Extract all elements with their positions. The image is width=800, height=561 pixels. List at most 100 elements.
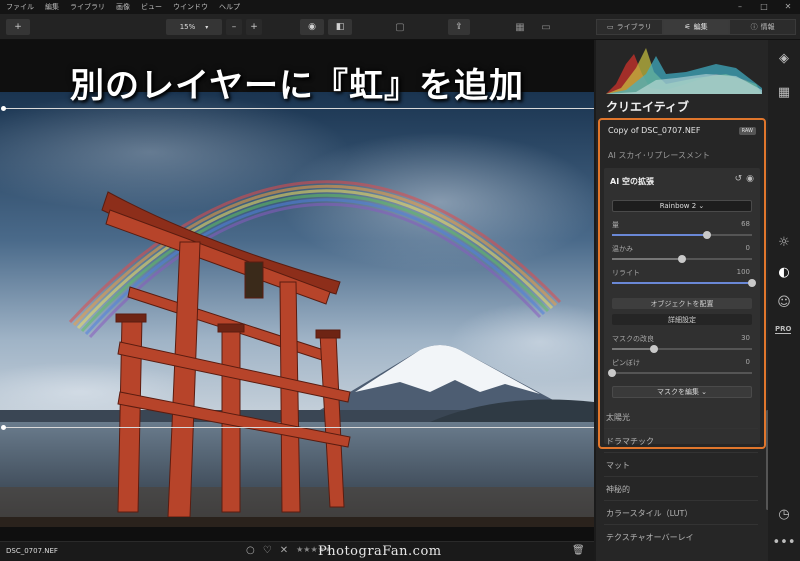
slider-relight[interactable] <box>612 279 756 287</box>
tab-library-label: ライブラリ <box>616 23 652 31</box>
crop-icon[interactable]: ▢ <box>392 19 408 35</box>
slider-amount[interactable] <box>612 231 752 239</box>
slider-knob[interactable] <box>608 369 616 377</box>
tab-info[interactable]: ⓘ 情報 <box>729 19 797 35</box>
sun-essentials-icon[interactable]: ☼ <box>776 234 792 250</box>
menu-file[interactable]: ファイル <box>6 2 34 12</box>
trash-icon[interactable]: 🗑 <box>572 545 585 556</box>
slider-fill <box>612 282 752 284</box>
slider-relight-value[interactable]: 100 <box>737 268 750 276</box>
slider-fill <box>612 234 708 236</box>
slider-warmth-label: 温かみ <box>612 245 633 253</box>
tool-matte[interactable]: マット <box>606 460 756 471</box>
selection-top-edge[interactable] <box>3 108 594 109</box>
slider-fill <box>612 258 682 260</box>
window-controls: – □ ✕ <box>728 0 800 14</box>
tab-edit[interactable]: ⚟ 編集 <box>662 19 730 35</box>
menu-edit[interactable]: 編集 <box>45 2 59 12</box>
slider-fill <box>612 348 654 350</box>
tool-mystical[interactable]: 神秘的 <box>606 484 756 495</box>
slider-relight-label: リライト <box>612 269 640 277</box>
divider <box>604 500 758 501</box>
menu-window[interactable]: ウインドウ <box>173 2 208 12</box>
slider-knob[interactable] <box>703 231 712 239</box>
slider-defocus-value[interactable]: 0 <box>746 358 750 366</box>
place-objects-button[interactable]: オブジェクトを配置 <box>612 298 752 309</box>
preview-eye-button[interactable]: ◉ <box>300 19 324 35</box>
preset-dropdown[interactable]: Rainbow 2 ⌄ <box>612 200 752 212</box>
tool-ai-sky-replacement[interactable]: AI スカイ･リプレースメント <box>608 150 710 161</box>
selection-handle-bottom[interactable] <box>1 425 6 430</box>
zoom-in-button[interactable]: + <box>246 19 262 35</box>
layer-highlight-box: Copy of DSC_0707.NEF RAW AI スカイ･リプレースメント… <box>598 118 766 449</box>
zoom-dropdown[interactable]: 15% ▾ <box>166 19 222 35</box>
image-canvas[interactable]: 別のレイヤーに『虹』を追加 <box>0 40 594 541</box>
tool-card-ai-sky-enhancer: AI 空の拡張 ↺ ◉ Rainbow 2 ⌄ 量 68 温かみ 0 リライト … <box>604 168 760 444</box>
minimize-button[interactable]: – <box>728 0 752 14</box>
divider <box>604 524 758 525</box>
library-icon: ▭ <box>607 23 614 31</box>
maximize-button[interactable]: □ <box>752 0 776 14</box>
presets-icon[interactable]: ▦ <box>776 84 792 100</box>
watermark: PhotograFan.com <box>318 544 442 559</box>
tab-library[interactable]: ▭ ライブラリ <box>596 19 663 35</box>
slider-mask-refine[interactable] <box>612 345 752 353</box>
overlay-title: 別のレイヤーに『虹』を追加 <box>70 66 524 106</box>
divider <box>604 428 758 429</box>
menu-help[interactable]: ヘルプ <box>219 2 240 12</box>
compare-icon: ◧ <box>335 22 345 32</box>
layer-name[interactable]: Copy of DSC_0707.NEF <box>608 126 700 135</box>
reset-icon[interactable]: ↺ <box>735 174 743 184</box>
portrait-face-icon[interactable]: ☺ <box>776 294 792 310</box>
slider-amount-label: 量 <box>612 221 619 229</box>
selection-handle-top[interactable] <box>1 106 6 111</box>
advanced-settings-button[interactable]: 詳細設定 <box>612 314 752 325</box>
tool-dramatic[interactable]: ドラマチック <box>606 436 756 447</box>
add-button[interactable]: + <box>6 19 30 35</box>
tool-title[interactable]: AI 空の拡張 <box>610 176 654 187</box>
histogram <box>606 48 762 94</box>
share-icon: ⇪ <box>455 22 463 32</box>
eye-icon: ◉ <box>308 22 316 32</box>
tool-color-styles-lut[interactable]: カラースタイル（LUT） <box>606 508 756 519</box>
heart-icon[interactable]: ♡ <box>263 545 272 556</box>
menu-image[interactable]: 画像 <box>116 2 130 12</box>
slider-warmth-value[interactable]: 0 <box>746 244 750 252</box>
section-title: クリエイティブ <box>606 100 690 114</box>
slider-amount-value[interactable]: 68 <box>741 220 750 228</box>
tool-sunlight[interactable]: 太陽光 <box>606 412 756 423</box>
layers-icon[interactable]: ◈ <box>776 50 792 66</box>
pro-icon[interactable]: PRO <box>775 325 792 334</box>
photo-torii-fuji-rainbow <box>0 92 594 527</box>
zoom-out-button[interactable]: – <box>226 19 242 35</box>
divider <box>604 476 758 477</box>
chevron-down-icon: ▾ <box>205 23 209 31</box>
slider-defocus[interactable] <box>608 369 752 377</box>
menu-view[interactable]: ビュー <box>141 2 162 12</box>
sliders-icon: ⚟ <box>684 23 691 31</box>
close-button[interactable]: ✕ <box>776 0 800 14</box>
edit-mask-dropdown[interactable]: マスクを編集 ⌄ <box>612 386 752 398</box>
tool-category-strip: ◈ ▦ ☼ ◐ ☺ PRO ◷ ••• <box>768 40 800 561</box>
selection-bottom-edge[interactable] <box>3 427 594 428</box>
slider-knob[interactable] <box>748 279 756 287</box>
history-clock-icon[interactable]: ◷ <box>776 506 792 522</box>
label-circle-icon[interactable]: ○ <box>246 545 255 556</box>
reject-icon[interactable]: ✕ <box>280 545 288 556</box>
slider-mask-refine-value[interactable]: 30 <box>741 334 750 342</box>
palette-creative-icon[interactable]: ◐ <box>776 264 792 280</box>
single-view-icon[interactable]: ▭ <box>538 19 554 35</box>
divider <box>604 452 758 453</box>
slider-knob[interactable] <box>678 255 686 263</box>
slider-defocus-label: ピンぼけ <box>612 359 640 367</box>
grid-view-icon[interactable]: ▦ <box>512 19 528 35</box>
mode-tabs: ▭ ライブラリ ⚟ 編集 ⓘ 情報 <box>596 19 797 35</box>
export-button[interactable]: ⇪ <box>448 19 470 35</box>
menu-library[interactable]: ライブラリ <box>70 2 105 12</box>
tool-texture-overlay[interactable]: テクスチャオーバーレイ <box>606 532 756 543</box>
slider-warmth[interactable] <box>612 255 752 263</box>
eye-icon[interactable]: ◉ <box>746 174 754 184</box>
more-options-icon[interactable]: ••• <box>773 534 796 550</box>
slider-knob[interactable] <box>650 345 658 353</box>
compare-button[interactable]: ◧ <box>328 19 352 35</box>
